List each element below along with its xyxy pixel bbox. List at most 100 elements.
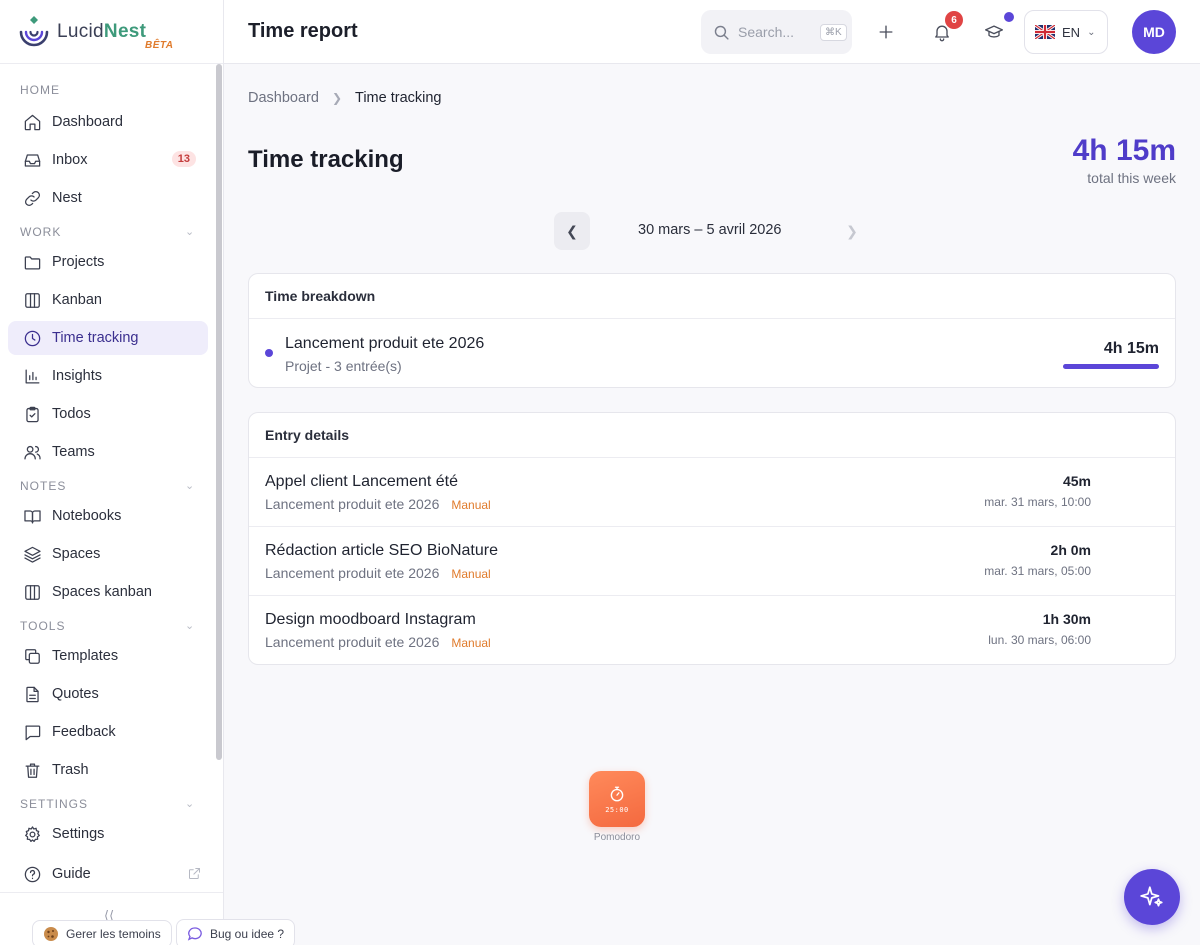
sidebar-item-templates[interactable]: Templates: [8, 639, 208, 673]
search-box[interactable]: ⌘K: [701, 10, 852, 54]
logo[interactable]: LucidNest BÊTA: [0, 0, 223, 64]
sidebar-item-spaces-kanban[interactable]: Spaces kanban: [8, 575, 208, 609]
sparkles-icon: [1140, 886, 1163, 907]
book-open-icon: [22, 506, 42, 526]
sidebar-item-label: Todos: [52, 406, 91, 422]
lucidnest-logo-icon: [19, 15, 49, 46]
search-input[interactable]: [738, 24, 820, 40]
bug-report-label: Bug ou idee ?: [210, 927, 285, 941]
entry-row[interactable]: Rédaction article SEO BioNature Lancemen…: [249, 527, 1175, 596]
kanban-icon: [22, 582, 42, 602]
beta-badge: BÊTA: [145, 40, 174, 51]
sidebar-item-inbox[interactable]: Inbox 13: [8, 143, 208, 177]
sidebar-item-spaces[interactable]: Spaces: [8, 537, 208, 571]
academy-indicator-dot: [1004, 12, 1014, 22]
plus-icon: [879, 25, 893, 39]
sidebar-item-dashboard[interactable]: Dashboard: [8, 105, 208, 139]
weekly-total-label: total this week: [1087, 170, 1176, 186]
project-time: 4h 15m: [1103, 340, 1159, 357]
bug-report-button[interactable]: Bug ou idee ?: [176, 919, 296, 945]
sidebar-item-label: Settings: [52, 826, 105, 842]
pomodoro-button[interactable]: 25:00: [589, 771, 645, 827]
clipboard-check-icon: [22, 404, 42, 424]
entry-row[interactable]: Appel client Lancement été Lancement pro…: [249, 458, 1175, 527]
sidebar-item-label: Guide: [52, 866, 91, 882]
users-icon: [22, 442, 42, 462]
sidebar-item-label: Notebooks: [52, 508, 122, 524]
sidebar-item-projects[interactable]: Projects: [8, 245, 208, 279]
layers-icon: [22, 544, 42, 564]
uk-flag-icon: [1035, 25, 1055, 39]
copy-icon: [22, 646, 42, 666]
sidebar-item-guide[interactable]: Guide: [8, 857, 208, 891]
entry-source-tag: Manual: [451, 636, 491, 650]
chevron-down-icon: ⌄: [185, 798, 196, 810]
sidebar-item-nest[interactable]: Nest: [8, 181, 208, 215]
sidebar-item-quotes[interactable]: Quotes: [8, 677, 208, 711]
section-work[interactable]: WORK ⌄: [20, 225, 194, 239]
stopwatch-icon: [610, 786, 624, 801]
breakdown-row[interactable]: Lancement produit ete 2026 Projet - 3 en…: [249, 319, 1175, 387]
project-color-dot: [265, 349, 273, 357]
entry-date: mar. 31 mars, 10:00: [984, 495, 1091, 509]
language-selector[interactable]: EN ⌄: [1024, 10, 1108, 54]
previous-week-button[interactable]: ❮: [554, 212, 590, 250]
entry-row[interactable]: Design moodboard Instagram Lancement pro…: [249, 596, 1175, 664]
section-home: HOME: [20, 83, 60, 97]
chevron-down-icon: ⌄: [185, 480, 196, 492]
entry-title: Appel client Lancement été: [265, 473, 459, 490]
week-range-label: 30 mars – 5 avril 2026: [638, 222, 782, 238]
cookie-icon: [43, 926, 59, 942]
sidebar-item-label: Insights: [52, 368, 102, 384]
add-button[interactable]: [874, 20, 898, 44]
entry-project: Lancement produit ete 2026 Manual: [265, 496, 491, 512]
notifications-count-badge: 6: [945, 11, 963, 29]
academy-button[interactable]: [982, 20, 1006, 44]
sidebar-item-label: Spaces kanban: [52, 584, 152, 600]
sidebar-item-feedback[interactable]: Feedback: [8, 715, 208, 749]
ai-assistant-button[interactable]: [1124, 869, 1180, 925]
entry-project: Lancement produit ete 2026 Manual: [265, 565, 491, 581]
sidebar-divider: [0, 892, 223, 893]
sidebar-item-teams[interactable]: Teams: [8, 435, 208, 469]
chevron-left-icon: ❮: [566, 222, 578, 239]
sidebar-item-settings[interactable]: Settings: [8, 817, 208, 851]
entry-source-tag: Manual: [451, 567, 491, 581]
bar-chart-icon: [22, 366, 42, 386]
chevron-down-icon: ⌄: [185, 620, 196, 632]
entry-project: Lancement produit ete 2026 Manual: [265, 634, 491, 650]
cookie-settings-button[interactable]: Gerer les temoins: [32, 920, 172, 945]
entry-title: Design moodboard Instagram: [265, 611, 476, 628]
sidebar-item-notebooks[interactable]: Notebooks: [8, 499, 208, 533]
entry-date: lun. 30 mars, 06:00: [988, 633, 1091, 647]
sidebar-item-todos[interactable]: Todos: [8, 397, 208, 431]
sidebar-item-insights[interactable]: Insights: [8, 359, 208, 393]
pomodoro-time: 25:00: [605, 805, 629, 814]
sidebar-item-label: Kanban: [52, 292, 102, 308]
project-entries-count: Projet - 3 entrée(s): [285, 358, 402, 374]
breadcrumb-link-dashboard[interactable]: Dashboard: [248, 90, 319, 106]
sidebar-item-label: Inbox: [52, 152, 88, 168]
section-settings[interactable]: SETTINGS ⌄: [20, 797, 194, 811]
entry-duration: 2h 0m: [1050, 542, 1091, 558]
sidebar-item-label: Teams: [52, 444, 95, 460]
inbox-count-badge: 13: [171, 151, 196, 167]
link-icon: [22, 188, 42, 208]
chat-bubble-icon: [187, 926, 203, 942]
section-tools[interactable]: TOOLS ⌄: [20, 619, 194, 633]
section-notes[interactable]: NOTES ⌄: [20, 479, 194, 493]
sidebar-item-time-tracking[interactable]: Time tracking: [8, 321, 208, 355]
pomodoro-label: Pomodoro: [593, 832, 641, 843]
entry-details-card: Entry details Appel client Lancement été…: [248, 412, 1176, 665]
sidebar-scrollbar[interactable]: [216, 64, 222, 760]
home-icon: [22, 112, 42, 132]
next-week-button[interactable]: ❯: [840, 212, 864, 250]
language-label: EN: [1062, 24, 1081, 40]
folder-icon: [22, 252, 42, 272]
sidebar-item-trash[interactable]: Trash: [8, 753, 208, 787]
brand-name: LucidNest: [57, 20, 147, 42]
sidebar-item-label: Time tracking: [52, 330, 139, 346]
user-avatar[interactable]: MD: [1132, 10, 1176, 54]
sidebar-item-label: Feedback: [52, 724, 116, 740]
sidebar-item-kanban[interactable]: Kanban: [8, 283, 208, 317]
